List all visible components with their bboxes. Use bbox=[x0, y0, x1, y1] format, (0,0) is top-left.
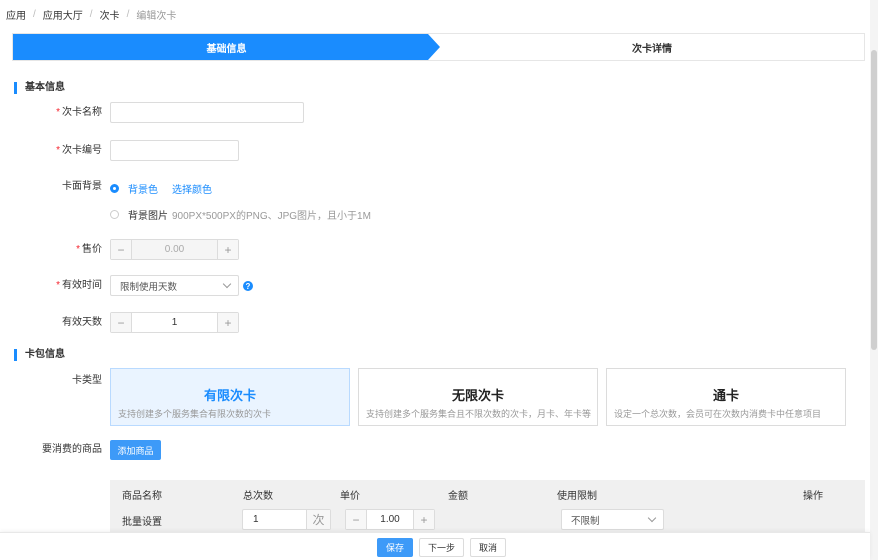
breadcrumb-item-current: 编辑次卡 bbox=[136, 10, 177, 22]
chevron-down-icon bbox=[222, 279, 232, 289]
card-type-title: 无限次卡 bbox=[451, 388, 504, 403]
goods-table-header: 商品名称 总次数 单价 金额 使用限制 操作 bbox=[110, 480, 865, 505]
background-image-hint: 900PX*500PX的PNG、JPG图片，且小于1M bbox=[172, 211, 371, 222]
batch-price-value[interactable]: 1.00 bbox=[367, 510, 413, 529]
card-code-label-text: 次卡编号 bbox=[62, 145, 102, 156]
required-mark: * bbox=[56, 145, 60, 156]
price-label-text: 售价 bbox=[82, 244, 102, 255]
radio-unselected-icon[interactable] bbox=[110, 210, 119, 219]
section-title-basic: 基本信息 bbox=[14, 82, 65, 94]
breadcrumb-item-app[interactable]: 应用 bbox=[6, 7, 26, 22]
breadcrumb-item-card[interactable]: 次卡 bbox=[100, 7, 120, 22]
valid-days-label: 有效天数 bbox=[62, 317, 102, 328]
step-card-details[interactable]: 次卡详情 bbox=[440, 34, 864, 60]
breadcrumb: 应用 / 应用大厅 / 次卡 / 编辑次卡 bbox=[0, 0, 878, 28]
column-header: 使用限制 bbox=[557, 491, 597, 502]
card-code-label: * 次卡编号 bbox=[0, 145, 102, 157]
next-step-button[interactable]: 下一步 bbox=[419, 538, 464, 557]
required-mark: * bbox=[56, 280, 60, 291]
batch-price-stepper[interactable]: − 1.00 + bbox=[345, 509, 435, 530]
valid-time-value: 限制使用天数 bbox=[120, 281, 178, 293]
column-header: 总次数 bbox=[243, 491, 273, 502]
batch-total-input[interactable]: 1 次 bbox=[242, 509, 331, 530]
valid-time-select[interactable]: 限制使用天数 bbox=[110, 275, 239, 296]
required-mark: * bbox=[76, 244, 80, 255]
card-type-unlimited[interactable]: 无限次卡 支持创建多个服务集合且不限次数的次卡，月卡、年卡等 bbox=[358, 368, 598, 426]
batch-limit-value: 不限制 bbox=[571, 515, 600, 527]
background-image-text: 背景图片 bbox=[128, 211, 168, 222]
column-header: 单价 bbox=[340, 491, 360, 502]
minus-icon[interactable]: − bbox=[111, 313, 132, 332]
valid-days-value[interactable]: 1 bbox=[132, 313, 217, 332]
valid-days-stepper[interactable]: − 1 + bbox=[110, 312, 239, 333]
plus-icon[interactable]: + bbox=[413, 510, 434, 529]
minus-icon[interactable]: − bbox=[111, 240, 132, 259]
price-value[interactable]: 0.00 bbox=[132, 240, 217, 259]
valid-time-label: * 有效时间 bbox=[0, 280, 102, 292]
background-label: 卡面背景 bbox=[62, 181, 102, 192]
table-row: 批量设置 1 次 − 1.00 + 不限制 bbox=[110, 505, 865, 533]
step-basic-info[interactable]: 基础信息 bbox=[13, 34, 440, 60]
batch-setting-label: 批量设置 bbox=[122, 517, 162, 528]
column-header: 商品名称 bbox=[122, 491, 162, 502]
help-icon[interactable]: ? bbox=[243, 281, 253, 291]
card-type-desc: 支持创建多个服务集合有限次数的次卡 bbox=[118, 409, 272, 419]
step-progress: 基础信息 次卡详情 bbox=[12, 33, 865, 61]
batch-limit-select[interactable]: 不限制 bbox=[561, 509, 664, 530]
card-code-input[interactable] bbox=[110, 140, 239, 161]
card-name-input[interactable] bbox=[110, 102, 304, 123]
breadcrumb-separator: / bbox=[126, 8, 130, 20]
batch-total-unit: 次 bbox=[306, 510, 330, 529]
breadcrumb-separator: / bbox=[33, 8, 36, 20]
card-type-desc: 支持创建多个服务集合且不限次数的次卡，月卡、年卡等 bbox=[366, 409, 592, 419]
footer-actions: 保存 下一步 取消 bbox=[0, 532, 870, 560]
card-type-general[interactable]: 通卡 设定一个总次数，会员可在次数内消费卡中任意项目 bbox=[606, 368, 846, 426]
required-mark: * bbox=[56, 107, 60, 118]
chevron-down-icon bbox=[647, 513, 657, 523]
card-name-label-text: 次卡名称 bbox=[62, 107, 102, 118]
section-title-package: 卡包信息 bbox=[14, 349, 65, 361]
plus-icon[interactable]: + bbox=[217, 313, 238, 332]
goods-label: 要消费的商品 bbox=[42, 444, 102, 455]
background-color-text: 背景色 bbox=[128, 185, 158, 196]
valid-time-label-text: 有效时间 bbox=[62, 280, 102, 291]
card-type-title: 有限次卡 bbox=[203, 388, 256, 403]
background-image-option[interactable]: 背景图片 900PX*500PX的PNG、JPG图片，且小于1M bbox=[110, 207, 371, 222]
scrollbar-thumb[interactable] bbox=[871, 50, 877, 350]
column-header: 金额 bbox=[448, 491, 468, 502]
pick-color-link[interactable]: 选择颜色 bbox=[172, 181, 212, 196]
plus-icon[interactable]: + bbox=[217, 240, 238, 259]
price-stepper[interactable]: − 0.00 + bbox=[110, 239, 239, 260]
cancel-button[interactable]: 取消 bbox=[470, 538, 506, 557]
column-header: 操作 bbox=[803, 491, 823, 502]
save-button[interactable]: 保存 bbox=[377, 538, 413, 557]
breadcrumb-item-app-hall[interactable]: 应用大厅 bbox=[43, 7, 83, 22]
card-type-title: 通卡 bbox=[712, 388, 739, 403]
scrollbar[interactable] bbox=[870, 0, 878, 560]
card-type-label: 卡类型 bbox=[72, 375, 102, 386]
card-name-label: * 次卡名称 bbox=[0, 107, 102, 119]
card-type-desc: 设定一个总次数，会员可在次数内消费卡中任意项目 bbox=[614, 409, 822, 419]
breadcrumb-separator: / bbox=[89, 8, 93, 20]
background-color-option[interactable]: 背景色 选择颜色 bbox=[110, 181, 212, 196]
radio-selected-icon[interactable] bbox=[110, 184, 119, 193]
minus-icon[interactable]: − bbox=[346, 510, 367, 529]
price-label: * 售价 bbox=[0, 244, 102, 256]
add-goods-button[interactable]: 添加商品 bbox=[110, 440, 161, 460]
card-type-limited[interactable]: 有限次卡 支持创建多个服务集合有限次数的次卡 bbox=[110, 368, 350, 426]
batch-total-value[interactable]: 1 bbox=[243, 510, 306, 529]
